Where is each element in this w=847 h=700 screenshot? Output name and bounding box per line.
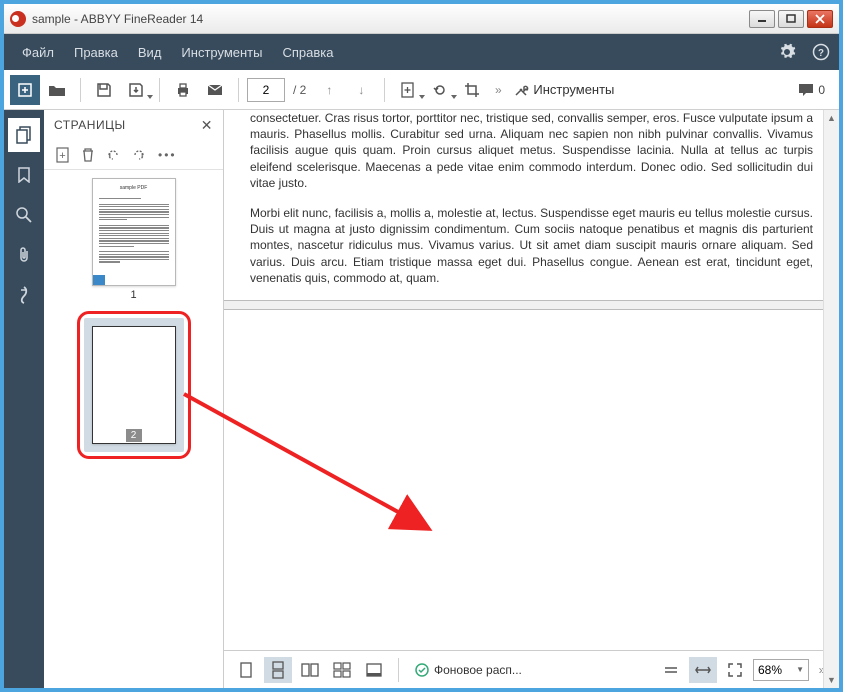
next-page-button[interactable]: ↓ (346, 75, 376, 105)
tools-button[interactable]: Инструменты (513, 82, 614, 98)
menu-bar: Файл Правка Вид Инструменты Справка ? (4, 34, 839, 70)
document-area: consectetuer. Cras risus tortor, porttit… (224, 110, 839, 688)
close-button[interactable] (807, 10, 833, 28)
more-button[interactable]: » (489, 75, 507, 105)
email-button[interactable] (200, 75, 230, 105)
two-continuous-icon[interactable] (328, 657, 356, 683)
panel-header: СТРАНИЦЫ ✕ (44, 110, 223, 140)
zoom-selector[interactable]: 68%▼ (753, 659, 809, 681)
pages-tab-icon[interactable] (8, 118, 40, 152)
page-divider (224, 300, 839, 310)
annotation-highlight: 2 (77, 311, 191, 459)
separator (384, 78, 385, 102)
help-icon[interactable]: ? (811, 42, 831, 62)
menu-view[interactable]: Вид (128, 45, 172, 60)
continuous-page-icon[interactable] (264, 657, 292, 683)
menu-file[interactable]: Файл (12, 45, 64, 60)
thumb-2-number: 2 (126, 429, 142, 442)
page-number-input[interactable] (247, 78, 285, 102)
title-bar: sample - ABBYY FineReader 14 (4, 4, 839, 34)
settings-icon[interactable] (777, 42, 797, 62)
scroll-down-icon[interactable]: ▼ (824, 672, 839, 688)
add-page-button[interactable] (393, 75, 423, 105)
panel-rotate-right-icon[interactable] (132, 148, 146, 162)
save-as-button[interactable] (121, 75, 151, 105)
window-title: sample - ABBYY FineReader 14 (32, 12, 203, 26)
save-button[interactable] (89, 75, 119, 105)
separator (238, 78, 239, 102)
panel-close-icon[interactable]: ✕ (201, 117, 213, 134)
page-total-label: / 2 (293, 83, 306, 97)
app-icon (10, 11, 26, 27)
status-bar: Фоновое расп... 68%▼ » (224, 650, 839, 688)
main-toolbar: / 2 ↑ ↓ » Инструменты 0 (4, 70, 839, 110)
signatures-tab-icon[interactable] (8, 278, 40, 312)
vertical-scrollbar[interactable]: ▲ ▼ (823, 110, 839, 688)
panel-add-icon[interactable]: + (56, 147, 70, 163)
panel-toolbar: + ••• (44, 140, 223, 170)
maximize-button[interactable] (778, 10, 804, 28)
thumbnail-2[interactable]: 2 (84, 318, 184, 452)
svg-text:+: + (59, 150, 65, 162)
panel-delete-icon[interactable] (82, 148, 94, 162)
paragraph-1: consectetuer. Cras risus tortor, porttit… (250, 110, 813, 191)
fullscreen-icon[interactable] (360, 657, 388, 683)
bookmarks-tab-icon[interactable] (8, 158, 40, 192)
menu-tools[interactable]: Инструменты (171, 45, 272, 60)
rotate-button[interactable] (425, 75, 455, 105)
two-page-icon[interactable] (296, 657, 324, 683)
fit-height-icon[interactable] (657, 657, 685, 683)
menu-edit[interactable]: Правка (64, 45, 128, 60)
separator (80, 78, 81, 102)
thumbnail-1[interactable]: sample PDF 1 (92, 178, 176, 301)
prev-page-button[interactable]: ↑ (314, 75, 344, 105)
thumb-1-number: 1 (92, 289, 176, 301)
comments-button[interactable]: 0 (798, 83, 825, 97)
panel-rotate-left-icon[interactable] (106, 148, 120, 162)
separator (159, 78, 160, 102)
open-button[interactable] (42, 75, 72, 105)
search-tab-icon[interactable] (8, 198, 40, 232)
svg-text:?: ? (818, 48, 824, 59)
minimize-button[interactable] (749, 10, 775, 28)
crop-button[interactable] (457, 75, 487, 105)
paragraph-2: Morbi elit nunc, facilisis a, mollis a, … (250, 205, 813, 286)
fit-width-icon[interactable] (689, 657, 717, 683)
scroll-up-icon[interactable]: ▲ (824, 110, 839, 126)
panel-more-icon[interactable]: ••• (158, 148, 177, 162)
panel-title: СТРАНИЦЫ (54, 118, 126, 132)
new-page-button[interactable] (10, 75, 40, 105)
document-content[interactable]: consectetuer. Cras risus tortor, porttit… (224, 110, 839, 650)
attachments-tab-icon[interactable] (8, 238, 40, 272)
print-button[interactable] (168, 75, 198, 105)
background-recognition-status[interactable]: Фоновое расп... (415, 663, 522, 677)
fit-page-icon[interactable] (721, 657, 749, 683)
menu-help[interactable]: Справка (272, 45, 343, 60)
single-page-icon[interactable] (232, 657, 260, 683)
side-rail (4, 110, 44, 688)
thumbnails-list: sample PDF 1 (44, 170, 223, 688)
separator (398, 658, 399, 682)
pages-panel: СТРАНИЦЫ ✕ + ••• sample PDF (44, 110, 224, 688)
